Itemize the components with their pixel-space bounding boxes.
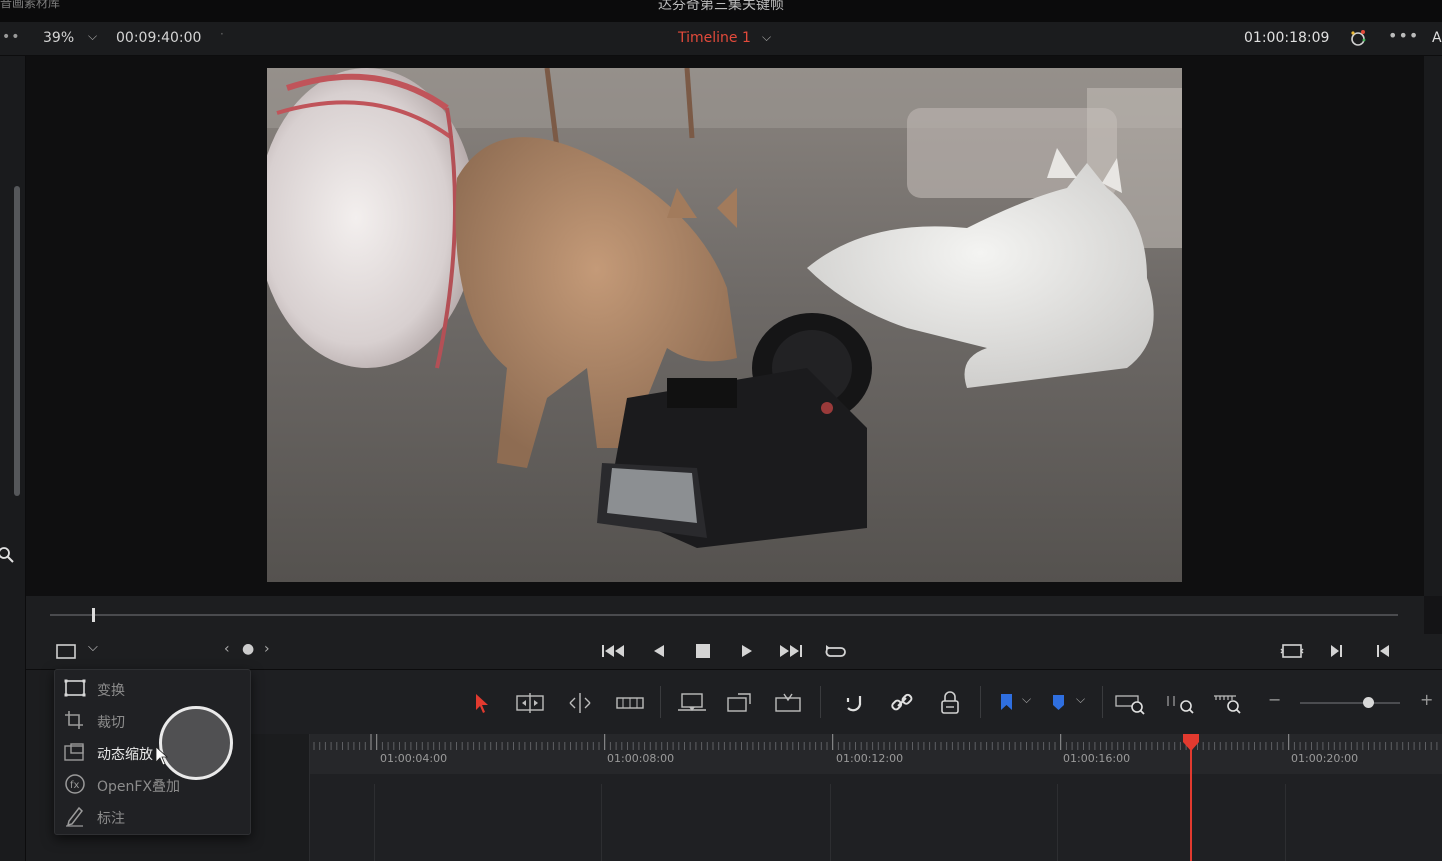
timeline-chevron-down-icon[interactable]: ⌵: [762, 30, 771, 45]
timeline-track-area[interactable]: [310, 774, 1442, 861]
loop-icon[interactable]: [822, 640, 848, 662]
ruler-timecode: 01:00:20:00: [1291, 752, 1359, 765]
overwrite-clip-icon[interactable]: [724, 690, 756, 716]
annotation-pen-icon: [66, 806, 83, 827]
ruler-timecode: 01:00:08:00: [607, 752, 675, 765]
openfx-icon: fx: [65, 774, 85, 794]
menu-item-label: 裁切: [97, 715, 125, 731]
marker-icon[interactable]: [1044, 690, 1076, 716]
viewer-mode-chevron-icon[interactable]: ⌵: [88, 640, 98, 655]
track-header-column: [250, 734, 310, 861]
play-reverse-icon[interactable]: [646, 640, 672, 662]
viewer-mode-icon[interactable]: [54, 640, 80, 662]
replace-clip-icon[interactable]: [772, 690, 804, 716]
ruler-timecode: 01:00:16:00: [1063, 752, 1131, 765]
scrubber-track[interactable]: [50, 614, 1398, 616]
timeline-playhead-marker[interactable]: [1181, 734, 1201, 752]
go-to-end-icon[interactable]: [778, 640, 804, 662]
crop-icon: [65, 711, 83, 729]
insert-clip-icon[interactable]: [676, 690, 708, 716]
dynamic-zoom-icon: [64, 743, 84, 761]
flag-icon[interactable]: [992, 690, 1024, 716]
menu-item-openfx-overlay[interactable]: fx OpenFX叠加: [55, 768, 250, 800]
play-icon[interactable]: [734, 640, 760, 662]
blade-tool-icon[interactable]: [614, 690, 646, 716]
video-frame-cats-and-camera[interactable]: [267, 68, 1182, 582]
project-title: 达芬奇第三集关键帧: [658, 0, 784, 13]
menu-item-label: 变换: [97, 683, 125, 699]
toolbar-divider: [820, 686, 821, 718]
flag-chevron-down-icon[interactable]: ⌵: [1022, 692, 1031, 707]
separator: ·: [220, 27, 224, 41]
zoom-slider-handle[interactable]: [1363, 697, 1374, 708]
mark-in-icon[interactable]: [1370, 640, 1396, 662]
duration-timecode: 00:09:40:00: [116, 30, 202, 46]
more-options-icon[interactable]: •••: [1388, 26, 1419, 45]
menu-item-label: 动态缩放: [97, 747, 153, 763]
zoom-chevron-down-icon[interactable]: ⌵: [88, 29, 97, 44]
zoom-out-icon[interactable]: −: [1268, 690, 1281, 709]
transport-controls: ⌵ ‹ ● ›: [26, 634, 1442, 670]
left-side-panel: [0, 56, 26, 861]
transform-icon: [64, 679, 86, 697]
viewer-scrubber[interactable]: [26, 596, 1424, 634]
trim-edit-icon[interactable]: [514, 690, 546, 716]
prev-keyframe-icon[interactable]: ‹: [224, 641, 230, 657]
marker-chevron-down-icon[interactable]: ⌵: [1076, 692, 1085, 707]
stop-icon[interactable]: [690, 640, 716, 662]
viewer-header: •• 39% ⌵ 00:09:40:00 · Timeline 1 ⌵ 01:0…: [0, 22, 1442, 56]
snapping-icon[interactable]: [838, 690, 870, 716]
ruler-ticks: [313, 734, 1438, 750]
match-frame-icon[interactable]: [1279, 640, 1305, 662]
toolbar-divider: [980, 686, 981, 718]
search-icon[interactable]: [0, 546, 16, 564]
linked-selection-icon[interactable]: [886, 690, 918, 716]
detail-zoom-icon[interactable]: [1164, 690, 1196, 716]
vertical-scrollbar[interactable]: [14, 186, 20, 496]
zoom-in-icon[interactable]: +: [1420, 690, 1433, 709]
toolbar-divider: [1102, 686, 1103, 718]
custom-zoom-icon[interactable]: [1212, 690, 1244, 716]
edge-label: A: [1432, 30, 1442, 46]
panel-menu-icon[interactable]: ••: [2, 29, 21, 45]
keyframe-dot-icon[interactable]: ●: [242, 641, 254, 657]
click-indicator-ring: [159, 706, 233, 780]
ruler-timecode: 01:00:12:00: [836, 752, 904, 765]
edit-toolbar: ⌵ ⌵ − +: [250, 670, 1442, 734]
mouse-cursor-icon: [155, 746, 169, 766]
viewer-panel: [26, 56, 1424, 596]
color-fx-icon[interactable]: [1347, 27, 1369, 49]
zoom-slider-track[interactable]: [1300, 702, 1400, 704]
timeline-ruler[interactable]: 01:00:04:00 01:00:08:00 01:00:12:00 01:0…: [310, 734, 1442, 774]
timeline-name-dropdown[interactable]: Timeline 1: [678, 30, 751, 46]
toolbar-divider: [660, 686, 661, 718]
right-side-panel: [1424, 56, 1442, 596]
ruler-timecode: 01:00:04:00: [380, 752, 448, 765]
selection-tool-icon[interactable]: [466, 690, 498, 716]
scrubber-playhead[interactable]: [92, 608, 95, 622]
menu-item-transform[interactable]: 变换: [55, 672, 250, 704]
go-to-start-icon[interactable]: [600, 640, 626, 662]
next-keyframe-icon[interactable]: ›: [264, 641, 270, 657]
menu-item-annotation[interactable]: 标注: [55, 800, 250, 832]
timeline-playhead-line[interactable]: [1190, 742, 1192, 861]
dynamic-trim-icon[interactable]: [564, 690, 596, 716]
current-timecode: 01:00:18:09: [1244, 30, 1330, 46]
menu-item-label: 标注: [97, 811, 125, 827]
mark-out-icon[interactable]: [1324, 640, 1350, 662]
app-titlebar: 音画素材库 达芬奇第三集关键帧: [0, 0, 1442, 22]
full-extent-zoom-icon[interactable]: [1114, 690, 1146, 716]
menu-item-label: OpenFX叠加: [97, 779, 181, 795]
position-lock-icon[interactable]: [934, 690, 966, 716]
svg-text:fx: fx: [70, 780, 80, 791]
viewer-zoom-value[interactable]: 39%: [43, 30, 74, 46]
